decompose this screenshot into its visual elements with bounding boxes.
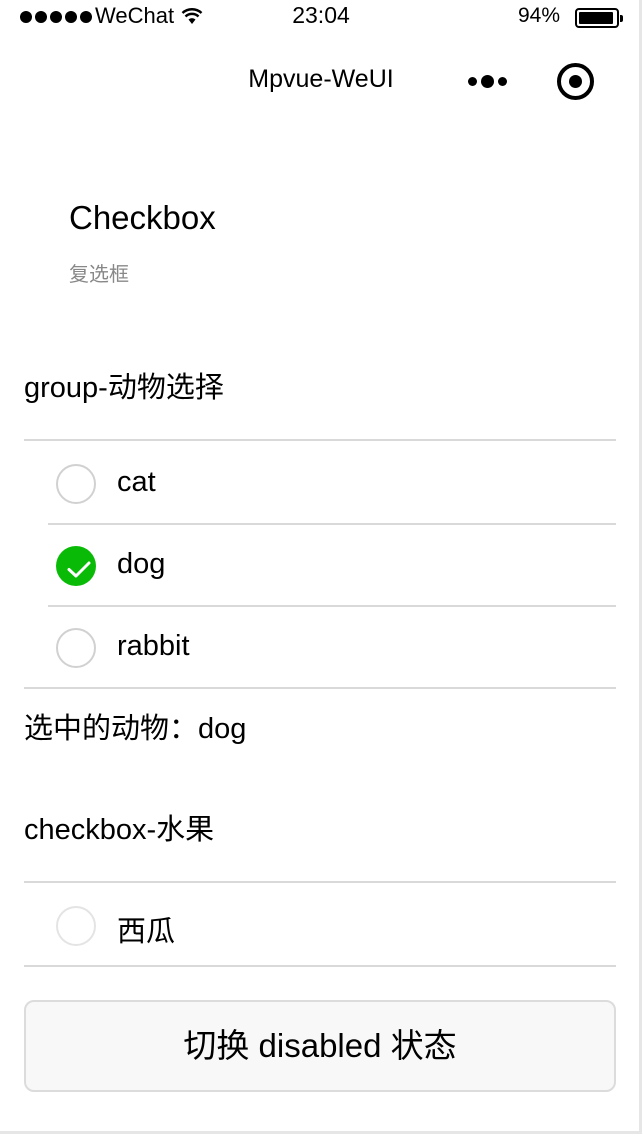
checkbox-unchecked-icon[interactable]	[56, 464, 96, 504]
page-description: 复选框	[69, 264, 129, 286]
checkbox-row-dog[interactable]: dog	[48, 524, 616, 606]
checkbox-label: 西瓜	[117, 916, 176, 948]
capsule-close-icon[interactable]	[557, 63, 594, 100]
checkbox-row-rabbit[interactable]: rabbit	[48, 606, 616, 688]
battery-icon	[575, 8, 623, 28]
battery-fill	[579, 12, 613, 24]
page-title: Checkbox	[69, 199, 216, 236]
divider	[24, 881, 616, 883]
nav-bar: Mpvue-WeUI	[0, 34, 642, 124]
battery-percent: 94%	[518, 4, 561, 27]
status-bar: WeChat 23:04 94%	[0, 0, 642, 34]
checkbox-label: rabbit	[117, 630, 190, 662]
nav-title: Mpvue-WeUI	[248, 65, 394, 93]
divider	[24, 687, 616, 689]
group-section-title: group-动物选择	[24, 372, 224, 404]
screen: WeChat 23:04 94% Mpvue-WeUI Checkbox 复选框…	[0, 0, 642, 1134]
more-dots-icon[interactable]	[468, 75, 507, 88]
checkbox-row-watermelon[interactable]: 西瓜	[48, 884, 616, 966]
divider	[24, 965, 616, 967]
checkbox-checked-icon[interactable]	[56, 546, 96, 586]
checkbox-label: dog	[117, 548, 166, 580]
toggle-disabled-button[interactable]: 切换 disabled 状态	[24, 1000, 616, 1092]
selected-animal-text: 选中的动物：dog	[24, 713, 247, 745]
checkbox-unchecked-icon[interactable]	[56, 628, 96, 668]
fruit-section-title: checkbox-水果	[24, 814, 215, 846]
checkmark-icon	[67, 561, 91, 578]
checkbox-disabled-icon[interactable]	[56, 906, 96, 946]
checkbox-label: cat	[117, 466, 156, 498]
divider	[24, 439, 616, 441]
checkbox-row-cat[interactable]: cat	[48, 442, 616, 524]
